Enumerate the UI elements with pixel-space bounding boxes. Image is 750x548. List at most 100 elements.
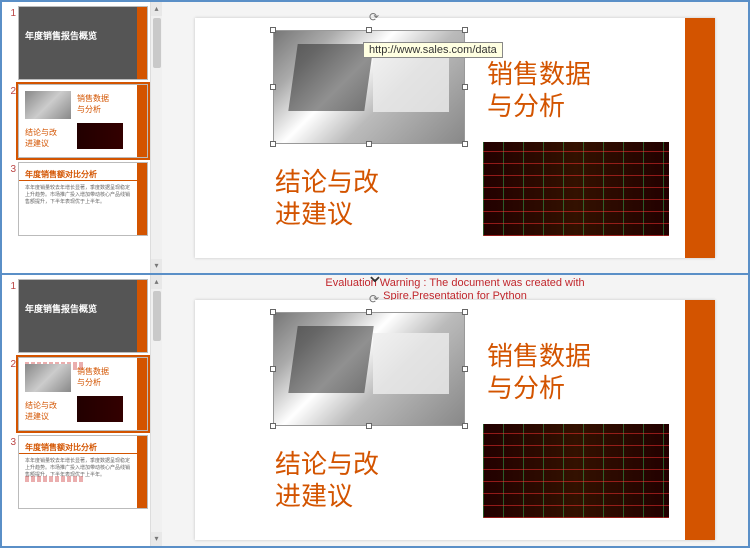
- thumb-image: [25, 91, 71, 119]
- scroll-thumb[interactable]: [153, 291, 161, 341]
- chevron-down-icon: ⌄: [366, 262, 384, 288]
- thumb-text: 销售数据 与分析: [77, 93, 109, 115]
- hyperlink-tooltip: http://www.sales.com/data: [363, 42, 503, 58]
- text-conclusion[interactable]: 结论与改 进建议: [275, 448, 379, 512]
- accent-bar: [685, 300, 715, 540]
- thumb-text: 销售数据 与分析: [77, 366, 109, 388]
- scroll-down-button[interactable]: ▾: [151, 259, 162, 273]
- thumbnail-scrollbar[interactable]: ▴ ▾: [150, 2, 162, 273]
- thumbnail-panel: 1 年度销售报告概览 2 销售数据 与分析 结论与改 进建议: [2, 2, 162, 273]
- resize-handle[interactable]: [270, 84, 276, 90]
- thumbnail-row-1[interactable]: 1 年度销售报告概览: [6, 279, 148, 353]
- text-line: 销售数据: [487, 341, 591, 371]
- text-sales-data[interactable]: 销售数据 与分析: [487, 340, 591, 404]
- text-conclusion[interactable]: 结论与改 进建议: [275, 166, 379, 230]
- resize-handle[interactable]: [462, 309, 468, 315]
- image-selection-box[interactable]: [273, 312, 465, 426]
- scroll-track[interactable]: [151, 70, 162, 259]
- thumbnail-panel: 1 年度销售报告概览 2 销售数据 与分析 结论与改 进建议: [2, 275, 162, 546]
- accent-bar: [137, 436, 147, 508]
- resize-handle[interactable]: [366, 27, 372, 33]
- accent-bar: [137, 280, 147, 352]
- scroll-up-button[interactable]: ▴: [151, 2, 162, 16]
- slide-canvas[interactable]: ⟳ 销售数据 与分析 结论与改: [195, 300, 715, 540]
- resize-handle[interactable]: [270, 27, 276, 33]
- thumbnail-scrollbar[interactable]: ▴ ▾: [150, 275, 162, 546]
- resize-handle[interactable]: [462, 423, 468, 429]
- thumb-image: [77, 123, 123, 149]
- thumb-text: 结论与改 进建议: [25, 400, 57, 422]
- thumb1-title: 年度销售报告概览: [25, 302, 97, 315]
- thumbnail-number: 2: [6, 84, 18, 97]
- resize-handle[interactable]: [366, 309, 372, 315]
- thumbnail-row-1[interactable]: 1 年度销售报告概览: [6, 6, 148, 80]
- resize-handle[interactable]: [270, 309, 276, 315]
- thumbnail-slide-1[interactable]: 年度销售报告概览: [18, 279, 148, 353]
- eval-warning-line1: Evaluation Warning : The document was cr…: [325, 277, 584, 289]
- thumbnail-slide-2[interactable]: 销售数据 与分析 结论与改 进建议: [18, 84, 148, 158]
- slide-canvas[interactable]: ⟳ http://www.sales.com/data 销售数据 与分析: [195, 18, 715, 258]
- thumbnail-slide-2[interactable]: 销售数据 与分析 结论与改 进建议: [18, 357, 148, 431]
- stock-ticker-image[interactable]: [483, 142, 669, 236]
- slide-editor[interactable]: Evaluation Warning : The document was cr…: [162, 275, 748, 546]
- thumbnail-number: 3: [6, 162, 18, 175]
- resize-handle[interactable]: [366, 423, 372, 429]
- accent-bar: [137, 85, 147, 157]
- accent-bar: [137, 163, 147, 235]
- scroll-up-button[interactable]: ▴: [151, 275, 162, 289]
- thumb-image: [77, 396, 123, 422]
- thumbnail-list: 1 年度销售报告概览 2 销售数据 与分析 结论与改 进建议: [2, 275, 150, 546]
- resize-handle[interactable]: [462, 141, 468, 147]
- resize-handle[interactable]: [270, 366, 276, 372]
- thumbnail-row-2[interactable]: 2 销售数据 与分析 结论与改 进建议: [6, 357, 148, 431]
- resize-handle[interactable]: [366, 141, 372, 147]
- text-line: 进建议: [275, 199, 353, 229]
- thumbnail-number: 2: [6, 357, 18, 370]
- rotate-handle-icon[interactable]: ⟳: [369, 292, 379, 306]
- divider-line: [19, 453, 147, 454]
- text-line: 与分析: [487, 91, 565, 121]
- stock-ticker-image[interactable]: [483, 424, 669, 518]
- resize-handle[interactable]: [462, 84, 468, 90]
- thumbnail-slide-3[interactable]: 年度销售额对比分析 本年度销量较去年增长显著，季度数据呈现稳定上升趋势。市场推广…: [18, 162, 148, 236]
- thumb-text: 结论与改 进建议: [25, 127, 57, 149]
- accent-bar: [685, 18, 715, 258]
- comparison-container: 1 年度销售报告概览 2 销售数据 与分析 结论与改 进建议: [0, 0, 750, 548]
- thumb-image: [25, 364, 71, 392]
- thumb3-title: 年度销售额对比分析: [25, 442, 97, 453]
- resize-handle[interactable]: [462, 27, 468, 33]
- text-line: 销售数据: [487, 59, 591, 89]
- resize-handle[interactable]: [270, 423, 276, 429]
- resize-handle[interactable]: [270, 141, 276, 147]
- resize-handle[interactable]: [462, 366, 468, 372]
- thumbnail-list: 1 年度销售报告概览 2 销售数据 与分析 结论与改 进建议: [2, 2, 150, 273]
- accent-bar: [137, 7, 147, 79]
- spellcheck-underline: [25, 476, 85, 482]
- scroll-down-button[interactable]: ▾: [151, 532, 162, 546]
- accent-bar: [137, 358, 147, 430]
- before-pane: 1 年度销售报告概览 2 销售数据 与分析 结论与改 进建议: [1, 1, 749, 274]
- thumbnail-number: 1: [6, 279, 18, 292]
- text-line: 与分析: [487, 373, 565, 403]
- thumbnail-row-3[interactable]: 3 年度销售额对比分析 本年度销量较去年增长显著，季度数据呈现稳定上升趋势。市场…: [6, 162, 148, 236]
- thumbnail-slide-1[interactable]: 年度销售报告概览: [18, 6, 148, 80]
- thumbnail-number: 1: [6, 6, 18, 19]
- scroll-thumb[interactable]: [153, 18, 161, 68]
- divider-line: [19, 180, 147, 181]
- thumbnail-slide-3[interactable]: 年度销售额对比分析 本年度销量较去年增长显著，季度数据呈现稳定上升趋势。市场推广…: [18, 435, 148, 509]
- thumbnail-row-3[interactable]: 3 年度销售额对比分析 本年度销量较去年增长显著，季度数据呈现稳定上升趋势。市场…: [6, 435, 148, 509]
- thumbnail-row-2[interactable]: 2 销售数据 与分析 结论与改 进建议: [6, 84, 148, 158]
- thumb3-title: 年度销售额对比分析: [25, 169, 97, 180]
- rotate-handle-icon[interactable]: ⟳: [369, 10, 379, 24]
- thumbnail-number: 3: [6, 435, 18, 448]
- text-line: 结论与改: [275, 449, 379, 479]
- text-line: 结论与改: [275, 167, 379, 197]
- scroll-track[interactable]: [151, 343, 162, 532]
- thumb1-title: 年度销售报告概览: [25, 29, 97, 42]
- after-pane: 1 年度销售报告概览 2 销售数据 与分析 结论与改 进建议: [1, 274, 749, 547]
- text-sales-data[interactable]: 销售数据 与分析: [487, 58, 591, 122]
- notebook-image[interactable]: [274, 313, 464, 425]
- thumb3-body: 本年度销量较去年增长显著，季度数据呈现稳定上升趋势。市场推广投入增加带动核心产品…: [25, 185, 133, 206]
- slide-editor[interactable]: ⟳ http://www.sales.com/data 销售数据 与分析: [162, 2, 748, 273]
- text-line: 进建议: [275, 481, 353, 511]
